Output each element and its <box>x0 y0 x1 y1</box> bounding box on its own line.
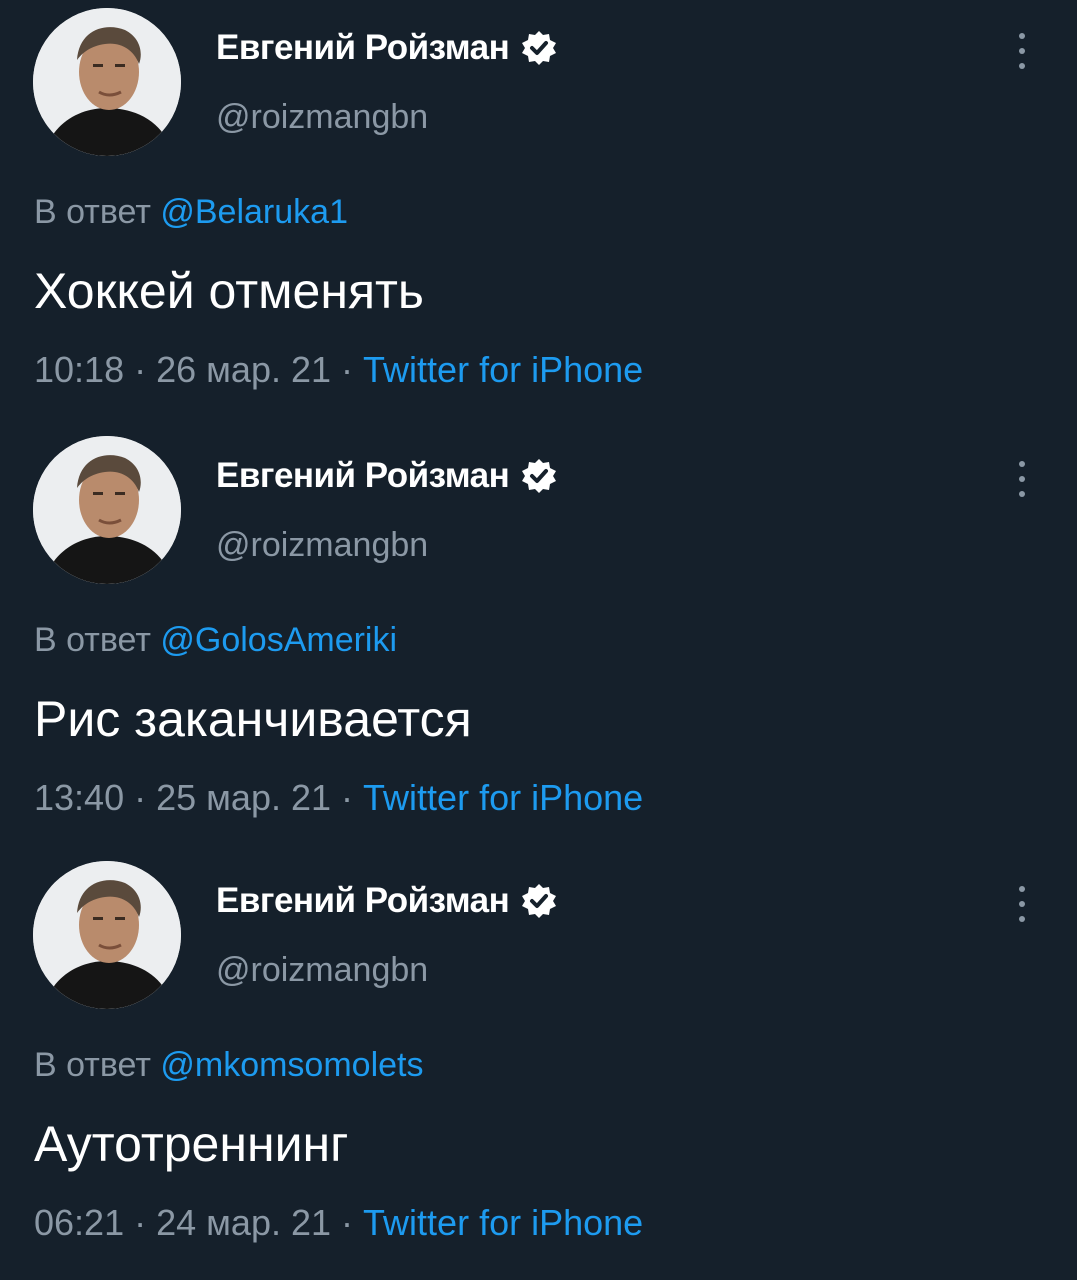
reply-context: В ответ @mkomsomolets <box>34 1046 423 1085</box>
tweet[interactable]: Евгений Ройзман @roizmangbn В ответ @Bel… <box>0 0 1077 425</box>
meta-separator: · <box>134 349 147 390</box>
avatar-photo <box>33 436 181 584</box>
author-handle[interactable]: @roizmangbn <box>216 98 428 137</box>
tweet-time[interactable]: 06:21 <box>34 1202 124 1243</box>
meta-separator: · <box>134 777 147 818</box>
reply-mention-link[interactable]: @Belaruka1 <box>160 193 348 231</box>
verified-badge-icon <box>521 883 557 919</box>
more-vertical-icon[interactable] <box>1005 458 1039 500</box>
meta-separator: · <box>341 777 354 818</box>
tweet-source-link[interactable]: Twitter for iPhone <box>363 1202 643 1243</box>
tweet-meta: 13:40 · 25 мар. 21 · Twitter for iPhone <box>34 777 643 819</box>
verified-badge-icon <box>521 30 557 66</box>
author-name[interactable]: Евгений Ройзман <box>216 881 510 921</box>
reply-mention-link[interactable]: @mkomsomolets <box>160 1046 423 1084</box>
tweet-meta: 06:21 · 24 мар. 21 · Twitter for iPhone <box>34 1202 643 1244</box>
reply-prefix: В ответ <box>34 193 151 231</box>
avatar[interactable] <box>33 861 181 1009</box>
author-name[interactable]: Евгений Ройзман <box>216 456 510 496</box>
tweet-meta: 10:18 · 26 мар. 21 · Twitter for iPhone <box>34 349 643 391</box>
verified-badge-icon <box>521 458 557 494</box>
meta-separator: · <box>341 1202 354 1243</box>
reply-prefix: В ответ <box>34 1046 151 1084</box>
reply-prefix: В ответ <box>34 621 151 659</box>
tweet-time[interactable]: 10:18 <box>34 349 124 390</box>
author-handle[interactable]: @roizmangbn <box>216 951 428 990</box>
tweet-time[interactable]: 13:40 <box>34 777 124 818</box>
tweet-date[interactable]: 24 мар. 21 <box>156 1202 331 1243</box>
avatar[interactable] <box>33 8 181 156</box>
tweet-date[interactable]: 26 мар. 21 <box>156 349 331 390</box>
tweet-source-link[interactable]: Twitter for iPhone <box>363 349 643 390</box>
author-row: Евгений Ройзман <box>216 456 557 496</box>
author-name[interactable]: Евгений Ройзман <box>216 28 510 68</box>
tweet-feed: Евгений Ройзман @roizmangbn В ответ @Bel… <box>0 0 1077 1280</box>
avatar-photo <box>33 861 181 1009</box>
more-vertical-icon[interactable] <box>1005 883 1039 925</box>
meta-separator: · <box>134 1202 147 1243</box>
tweet[interactable]: Евгений Ройзман @roizmangbn В ответ @mko… <box>0 853 1077 1278</box>
reply-mention-link[interactable]: @GolosAmeriki <box>160 621 397 659</box>
reply-context: В ответ @Belaruka1 <box>34 193 348 232</box>
avatar-photo <box>33 8 181 156</box>
reply-context: В ответ @GolosAmeriki <box>34 621 397 660</box>
tweet-source-link[interactable]: Twitter for iPhone <box>363 777 643 818</box>
more-vertical-icon[interactable] <box>1005 30 1039 72</box>
tweet-text: Рис заканчивается <box>34 691 472 747</box>
tweet[interactable]: Евгений Ройзман @roizmangbn В ответ @Gol… <box>0 428 1077 853</box>
tweet-text: Хоккей отменять <box>34 263 424 319</box>
avatar[interactable] <box>33 436 181 584</box>
meta-separator: · <box>341 349 354 390</box>
author-row: Евгений Ройзман <box>216 881 557 921</box>
tweet-text: Аутотреннинг <box>34 1116 349 1172</box>
tweet-date[interactable]: 25 мар. 21 <box>156 777 331 818</box>
author-handle[interactable]: @roizmangbn <box>216 526 428 565</box>
author-row: Евгений Ройзман <box>216 28 557 68</box>
